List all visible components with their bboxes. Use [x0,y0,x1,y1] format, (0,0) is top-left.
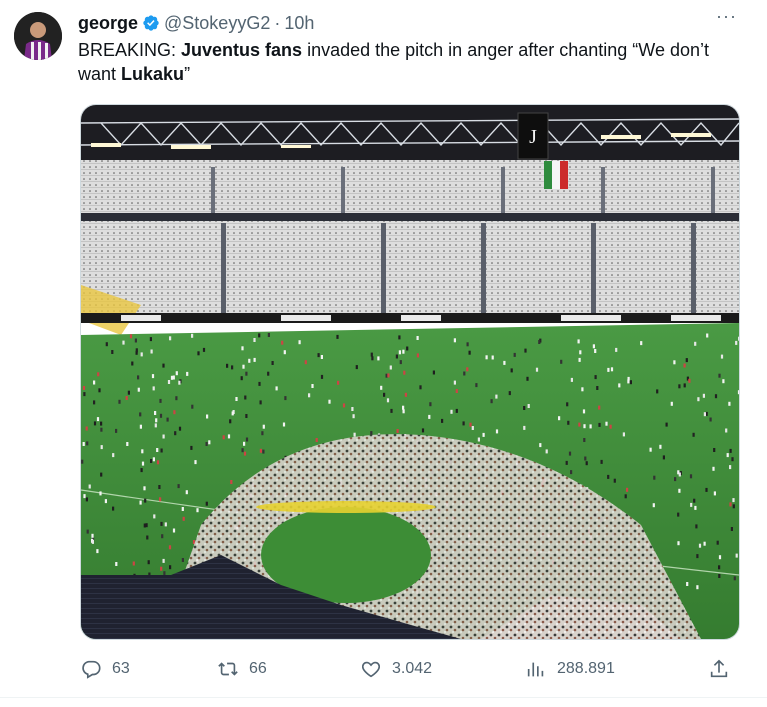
text-bold-lukaku: Lukaku [121,64,185,84]
retweet-count: 66 [249,660,267,677]
like-button[interactable]: 3.042 [360,655,432,683]
verified-badge-icon [143,15,159,31]
like-count: 3.042 [392,660,433,677]
avatar[interactable] [14,12,62,60]
timestamp[interactable]: 10h [284,13,314,34]
tweet-text: BREAKING: Juventus fans invaded the pitc… [78,38,738,86]
retweet-icon [218,662,238,676]
views-count: 288.891 [557,660,615,677]
share-button[interactable] [708,655,730,683]
author-name[interactable]: george [78,13,138,34]
stadium-photo: J [81,105,739,639]
retweet-button[interactable]: 66 [217,655,267,683]
action-bar: 63 66 3.042 288.891 [80,655,740,683]
reply-button[interactable]: 63 [80,655,130,683]
tweet[interactable]: george @StokeyyG2 · 10h ··· BREAKING: Ju… [0,0,767,707]
more-options-icon[interactable]: ··· [716,6,737,27]
views-button[interactable]: 288.891 [525,655,615,683]
separator-dot: · [274,12,281,33]
views-icon [527,662,544,677]
reply-icon [82,660,101,679]
text-bold-juventus: Juventus fans [181,40,303,60]
text-part-1: BREAKING: [78,40,182,60]
reply-count: 63 [112,660,130,677]
author-handle[interactable]: @StokeyyG2 [164,13,270,34]
tweet-header: george @StokeyyG2 · 10h [78,12,747,34]
svg-text:J: J [529,126,537,148]
share-icon [710,659,728,678]
text-part-5: ” [184,64,191,84]
divider [0,697,767,698]
tweet-image[interactable]: J [80,104,740,640]
like-icon [361,661,381,678]
